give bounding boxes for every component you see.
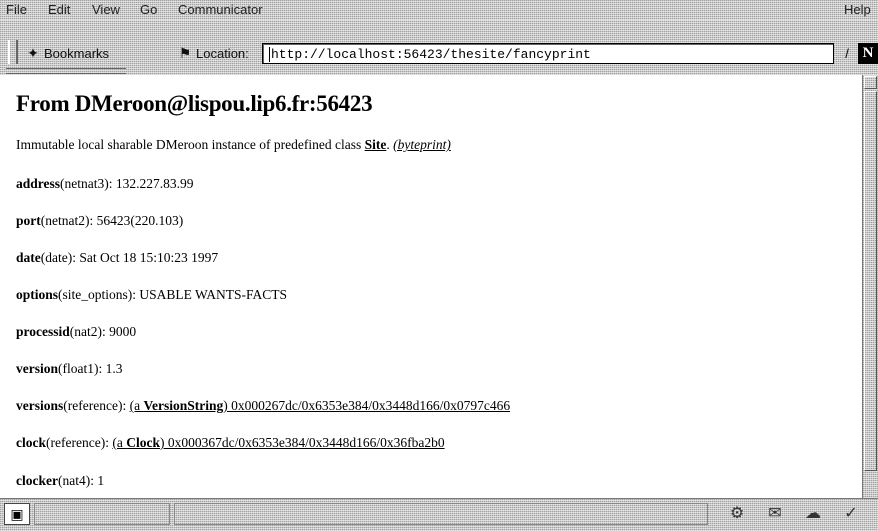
menu-file[interactable]: File (4, 0, 29, 20)
field-value: Sat Oct 18 15:10:23 1997 (79, 250, 219, 265)
url-text: http://localhost:56423/thesite/fancyprin… (271, 47, 591, 62)
field-sep: : (89, 213, 97, 228)
byteprint-link[interactable]: (byteprint) (393, 137, 451, 152)
field-clock: clock(reference): (a Clock) 0x000367dc/0… (16, 435, 445, 451)
versionstring-reference-link[interactable]: (a VersionString) 0x000267dc/0x6353e384/… (130, 398, 511, 413)
page-content: From DMeroon@lispou.lip6.fr:56423 Immuta… (0, 75, 862, 498)
field-versions: versions(reference): (a VersionString) 0… (16, 398, 510, 414)
link-class-name: VersionString (143, 398, 224, 413)
scroll-thumb[interactable] (864, 91, 877, 471)
field-value: 1 (97, 473, 105, 488)
navigator-icon[interactable]: ⚙ (718, 501, 756, 527)
bookmarks-button[interactable]: ✦ Bookmarks (22, 43, 109, 63)
field-value: USABLE WANTS-FACTS (139, 287, 288, 302)
field-processid: processid(nat2): 9000 (16, 324, 136, 340)
url-input[interactable]: http://localhost:56423/thesite/fancyprin… (262, 43, 834, 64)
field-name: processid (16, 324, 70, 339)
field-type: (nat4) (57, 473, 91, 488)
menu-go[interactable]: Go (138, 0, 159, 20)
field-value: 1.3 (105, 361, 123, 376)
progress-field (34, 503, 170, 525)
status-message-field (174, 503, 708, 525)
link-address: ) 0x000367dc/0x6353e384/0x3448d166/0x36f… (159, 435, 445, 450)
collapsed-toolbar-tab[interactable] (6, 68, 126, 74)
link-prefix: (a (129, 398, 144, 413)
intro-line: Immutable local sharable DMeroon instanc… (16, 137, 451, 153)
field-options: options(site_options): USABLE WANTS-FACT… (16, 287, 287, 303)
location-icon: ⚑ (178, 45, 192, 61)
field-type: (float1) (58, 361, 99, 376)
field-name: clocker (16, 473, 58, 488)
link-prefix: (a (112, 435, 127, 450)
field-clocker: clocker(nat4): 1 (16, 473, 104, 489)
field-date: date(date): Sat Oct 18 15:10:23 1997 (16, 250, 218, 266)
site-class-link[interactable]: Site (365, 137, 387, 152)
field-value: 56423(220.103) (96, 213, 184, 228)
menu-bar: File Edit View Go Communicator Help (0, 0, 878, 20)
field-address: address(netnat3): 132.227.83.99 (16, 176, 194, 192)
mail-icon[interactable]: ✉ (756, 501, 794, 527)
clock-reference-link[interactable]: (a Clock) 0x000367dc/0x6353e384/0x3448d1… (112, 435, 444, 450)
field-type: (site_options) (58, 287, 133, 302)
field-port: port(netnat2): 56423(220.103) (16, 213, 183, 229)
vertical-scrollbar[interactable] (862, 75, 878, 498)
field-sep: : (108, 176, 116, 191)
field-type: (netnat2) (40, 213, 90, 228)
field-type: (nat2) (69, 324, 102, 339)
field-name: versions (16, 398, 64, 413)
link-class-name: Clock (126, 435, 160, 450)
location-toolbar: ✦ Bookmarks ⚑ Location: http://localhost:5… (0, 38, 878, 67)
discussion-icon[interactable]: ☁ (794, 501, 832, 527)
menu-edit[interactable]: Edit (46, 0, 72, 20)
menu-help[interactable]: Help (842, 0, 873, 20)
location-label[interactable]: ⚑ Location: (174, 43, 249, 63)
component-bar: ⚙ ✉ ☁ ✓ (718, 501, 878, 527)
composer-icon[interactable]: ✓ (832, 501, 870, 527)
bookmarks-label: Bookmarks (44, 46, 110, 61)
netscape-logo-icon[interactable]: N (858, 43, 878, 64)
field-type: (netnat3) (60, 176, 109, 191)
status-bar: ▣ ⚙ ✉ ☁ ✓ (0, 498, 878, 531)
field-type: (reference) (63, 398, 123, 413)
scroll-up-arrow[interactable] (864, 76, 877, 89)
field-name: clock (16, 435, 46, 450)
field-value: 9000 (109, 324, 137, 339)
bookmark-icon: ✦ (27, 45, 39, 61)
menu-view[interactable]: View (90, 0, 122, 20)
security-lock-icon[interactable]: ▣ (4, 503, 30, 525)
field-type: (date) (40, 250, 73, 265)
field-version: version(float1): 1.3 (16, 361, 123, 377)
page-title: From DMeroon@lispou.lip6.fr:56423 (16, 91, 373, 116)
field-sep: : (122, 398, 130, 413)
field-name: address (16, 176, 61, 191)
toolbar-grip[interactable] (8, 40, 18, 64)
field-name: port (16, 213, 41, 228)
page-proxy-icon[interactable]: / (838, 43, 856, 64)
field-name: date (16, 250, 41, 265)
field-sep: : (98, 361, 106, 376)
location-label-text: Location: (196, 46, 249, 61)
field-name: options (16, 287, 59, 302)
field-name: version (16, 361, 58, 376)
link-address: ) 0x000267dc/0x6353e384/0x3448d166/0x079… (223, 398, 511, 413)
field-type: (reference) (46, 435, 106, 450)
field-value: 132.227.83.99 (115, 176, 194, 191)
text-caret (269, 47, 270, 63)
intro-text: Immutable local sharable DMeroon instanc… (16, 137, 365, 152)
menu-communicator[interactable]: Communicator (176, 0, 265, 20)
